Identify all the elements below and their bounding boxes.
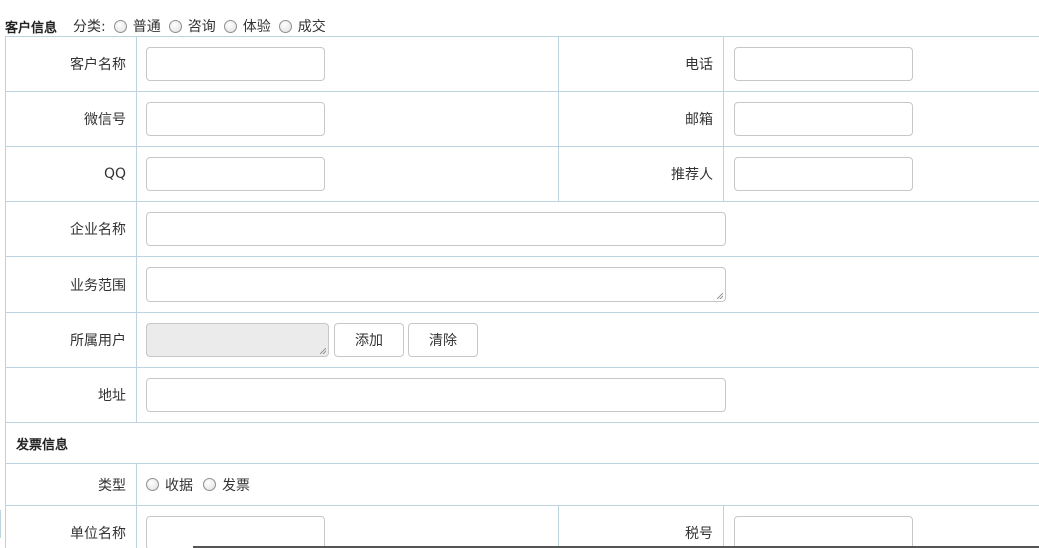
address-input[interactable] [146,378,726,412]
customer-name-cell [137,37,559,91]
form-row-wechat-email: 微信号 邮箱 [6,92,1039,147]
qq-input[interactable] [146,157,325,191]
invoice-section-row: 发票信息 [6,423,1039,464]
section-title-customer: 客户信息 [5,20,58,36]
form-row-qq-referrer: QQ 推荐人 [6,147,1039,202]
radio-icon[interactable] [113,19,127,33]
customer-info-header: 客户信息 分类: 普通 咨询 体验 成交 [5,16,326,36]
referrer-input[interactable] [734,157,913,191]
business-label: 业务范围 [6,257,137,312]
radio-icon[interactable] [203,478,216,491]
customer-form-table: 客户名称 电话 微信号 邮箱 QQ 推荐人 企业名称 业务范围 所属用户 添加 … [5,36,1039,548]
customer-name-input[interactable] [146,47,325,81]
invoice-type-radio-group: 收据 发票 [146,475,260,495]
unit-name-input[interactable] [146,516,325,548]
business-cell [137,257,1039,312]
clear-user-button[interactable]: 清除 [408,323,478,357]
unit-name-cell [137,506,559,548]
wechat-label: 微信号 [6,92,137,146]
category-option-deal[interactable]: 成交 [278,16,326,36]
invoice-type-label: 类型 [6,464,137,505]
section-title-invoice: 发票信息 [16,437,69,453]
address-label: 地址 [6,368,137,422]
form-row-business: 业务范围 [6,257,1039,313]
tax-number-input[interactable] [734,516,913,548]
owner-label: 所属用户 [6,313,137,367]
unit-name-label: 单位名称 [6,506,137,548]
category-option-normal[interactable]: 普通 [113,16,161,36]
tax-number-label: 税号 [559,506,724,548]
invoice-type-invoice[interactable]: 发票 [203,475,250,495]
customer-form-page: 客户信息 分类: 普通 咨询 体验 成交 客户名称 电话 微信号 邮箱 QQ 推… [0,0,1039,548]
radio-icon[interactable] [146,478,159,491]
category-label: 分类: [73,19,106,35]
tax-number-cell [724,506,1039,548]
form-row-owner: 所属用户 添加 清除 [6,313,1039,368]
form-row-address: 地址 [6,368,1039,423]
form-row-company: 企业名称 [6,202,1039,257]
wechat-cell [137,92,559,146]
invoice-type-receipt[interactable]: 收据 [146,475,193,495]
email-input[interactable] [734,102,913,136]
invoice-type-cell: 收据 发票 [137,464,1039,505]
company-label: 企业名称 [6,202,137,256]
form-row-unit-tax: 单位名称 税号 [6,506,1039,548]
phone-input[interactable] [734,47,913,81]
owner-textarea [146,323,329,357]
wechat-input[interactable] [146,102,325,136]
phone-cell [724,37,1039,91]
left-edge-marker [0,510,1,538]
company-input[interactable] [146,212,726,246]
radio-icon[interactable] [278,19,292,33]
qq-cell [137,147,559,201]
referrer-label: 推荐人 [559,147,724,201]
category-option-trial[interactable]: 体验 [223,16,271,36]
category-radio-group: 普通 咨询 体验 成交 [106,16,326,36]
form-row-invoice-type: 类型 收据 发票 [6,464,1039,506]
category-option-consult[interactable]: 咨询 [168,16,216,36]
form-row-name-phone: 客户名称 电话 [6,37,1039,92]
business-textarea[interactable] [146,267,726,302]
customer-name-label: 客户名称 [6,37,137,91]
address-cell [137,368,1039,422]
referrer-cell [724,147,1039,201]
email-cell [724,92,1039,146]
add-user-button[interactable]: 添加 [334,323,404,357]
email-label: 邮箱 [559,92,724,146]
radio-icon[interactable] [168,19,182,33]
qq-label: QQ [6,147,137,201]
owner-cell: 添加 清除 [137,313,1039,367]
radio-icon[interactable] [223,19,237,33]
company-cell [137,202,1039,256]
phone-label: 电话 [559,37,724,91]
